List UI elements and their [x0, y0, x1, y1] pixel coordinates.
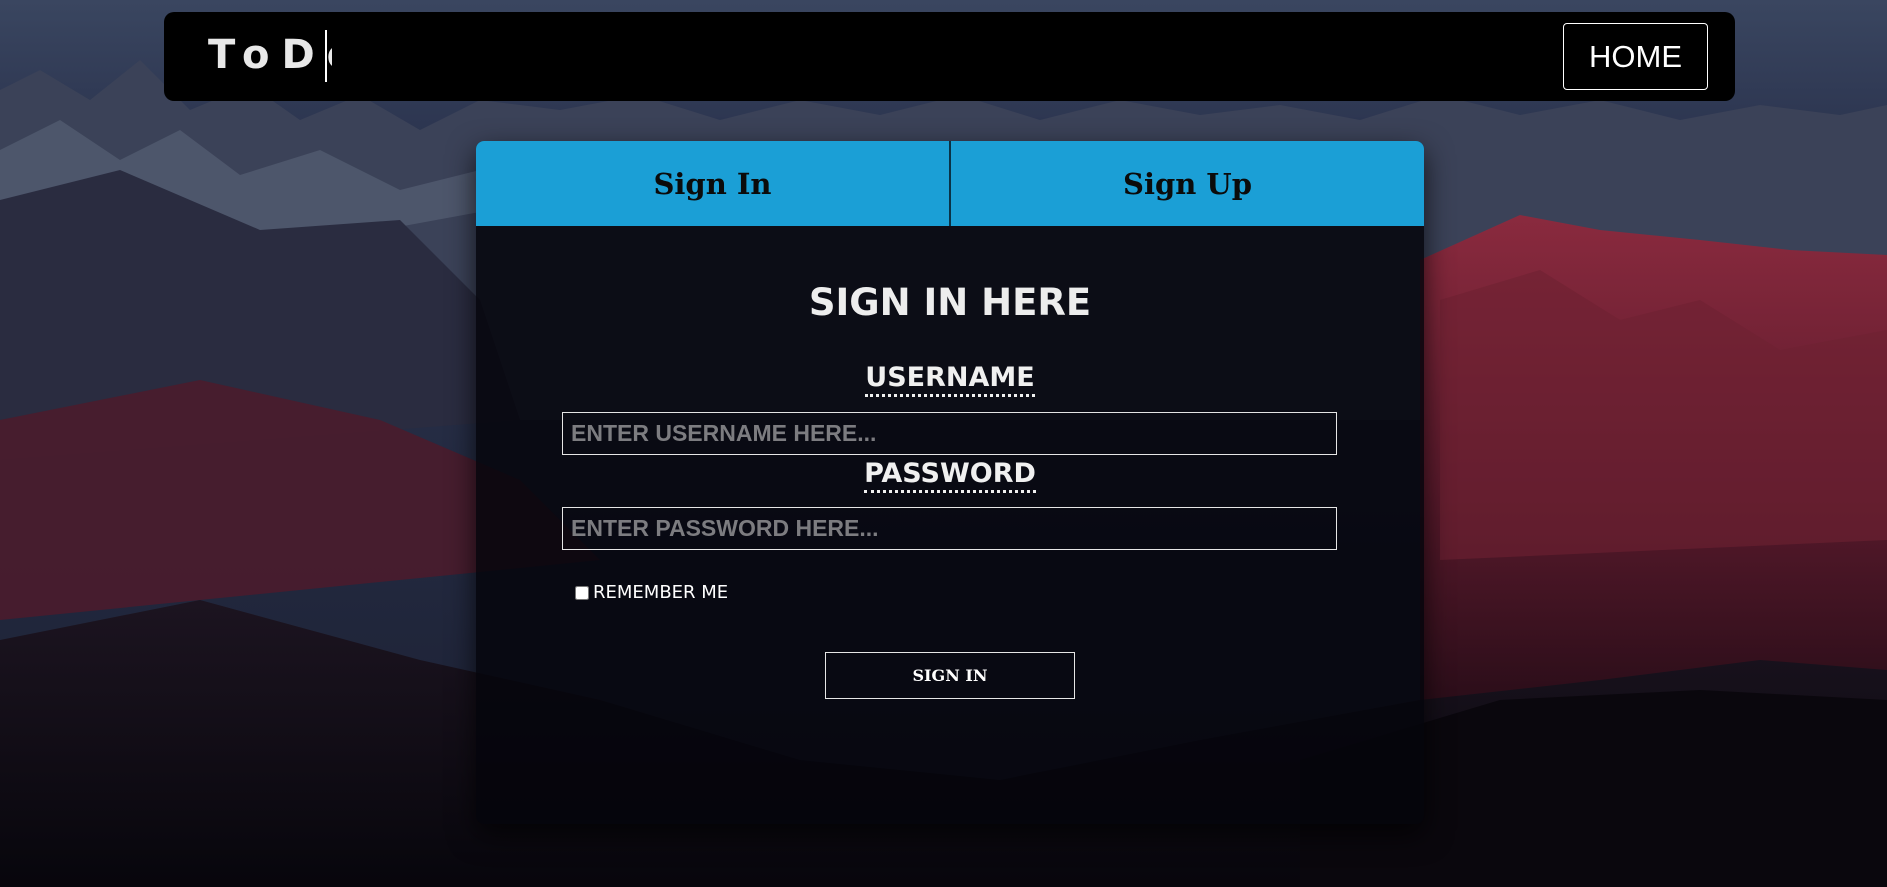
- brand-title: ToDo: [208, 32, 332, 78]
- navbar: ToDo HOME: [164, 12, 1735, 101]
- username-input[interactable]: [562, 412, 1337, 455]
- typing-caret: [325, 30, 327, 82]
- remember-me[interactable]: REMEMBER ME: [575, 582, 728, 603]
- password-input[interactable]: [562, 507, 1337, 550]
- sign-in-button[interactable]: SIGN IN: [825, 652, 1075, 699]
- brand-text: ToDo: [208, 32, 332, 78]
- username-label: USERNAME: [476, 362, 1424, 397]
- form-heading: SIGN IN HERE: [808, 281, 1092, 324]
- auth-card: Sign In Sign Up SIGN IN HERE USERNAME PA…: [476, 141, 1424, 824]
- home-button[interactable]: HOME: [1563, 23, 1708, 90]
- tab-sign-up[interactable]: Sign Up: [951, 141, 1424, 226]
- tab-sign-in[interactable]: Sign In: [476, 141, 949, 226]
- remember-me-label: REMEMBER ME: [593, 582, 729, 603]
- password-label: PASSWORD: [476, 458, 1424, 493]
- remember-me-checkbox[interactable]: [575, 585, 589, 600]
- auth-tabs: Sign In Sign Up: [476, 141, 1424, 226]
- username-label-text: USERNAME: [865, 362, 1035, 397]
- password-label-text: PASSWORD: [864, 458, 1036, 493]
